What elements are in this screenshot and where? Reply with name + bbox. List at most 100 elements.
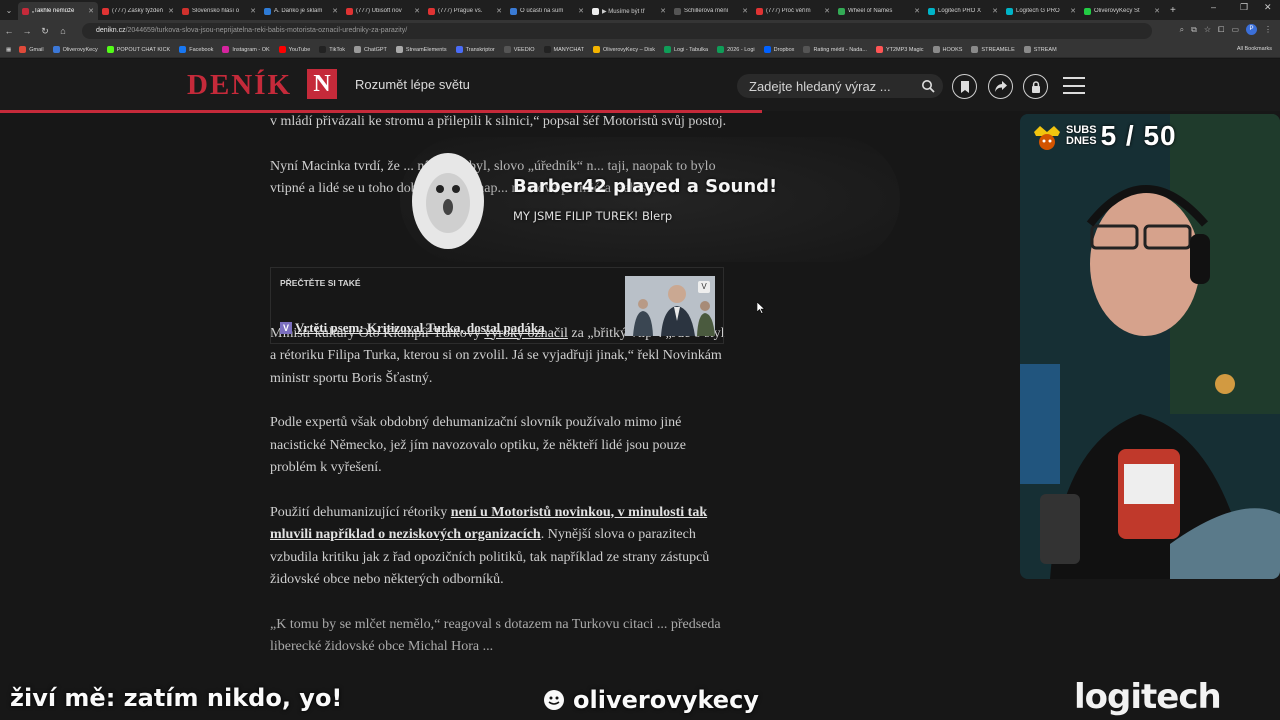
tab-favicon-icon [592, 7, 599, 15]
tab-close-icon[interactable]: ✕ [742, 7, 748, 15]
bookmark-item[interactable]: OliverovyKecy [52, 46, 98, 53]
read-also-box[interactable]: PŘEČTĚTE SI TAKÉ V Vrtěti psem: Kritizova… [270, 267, 724, 344]
bookmark-favicon-icon [932, 46, 940, 53]
tab-close-icon[interactable]: ✕ [660, 7, 666, 15]
all-bookmarks[interactable]: All Bookmarks [1237, 46, 1272, 52]
tab-close-icon[interactable]: ✕ [496, 7, 502, 15]
star-icon[interactable]: ☆ [1204, 25, 1211, 34]
bookmark-item[interactable]: ChatGPT [353, 46, 387, 53]
search-input[interactable] [749, 77, 919, 95]
apps-icon[interactable]: ▦ [6, 47, 11, 53]
tab-close-icon[interactable]: ✕ [1154, 7, 1160, 15]
browser-tab[interactable]: OliverovyKecy St ✕ [1080, 2, 1164, 20]
bookmark-button[interactable] [952, 74, 977, 99]
tab-close-icon[interactable]: ✕ [250, 7, 256, 15]
tab-close-icon[interactable]: ✕ [168, 7, 174, 15]
bookmark-item[interactable]: STREAM [1023, 46, 1057, 53]
bookmark-item[interactable]: YouTube [278, 46, 310, 53]
bookmark-item[interactable]: Transkriptor [455, 46, 495, 53]
bookmark-item[interactable]: Dropbox [763, 46, 794, 53]
share-arrow-icon [994, 81, 1007, 92]
bookmark-item[interactable]: HOOKS [932, 46, 962, 53]
browser-tab[interactable]: O účasti na sum ✕ [506, 2, 588, 20]
tab-search-icon[interactable]: ⌄ [0, 0, 18, 20]
bookmark-item[interactable]: STREAMELE [971, 46, 1015, 53]
tab-close-icon[interactable]: ✕ [1070, 7, 1076, 15]
share-icon[interactable]: ⧉ [1191, 25, 1197, 35]
tab-close-icon[interactable]: ✕ [992, 7, 998, 15]
home-icon[interactable]: ⌂ [54, 26, 72, 36]
bookmark-label: STREAM [1033, 46, 1057, 53]
tab-close-icon[interactable]: ✕ [578, 7, 584, 15]
browser-tab[interactable]: (777) Žašký týždeň ✕ [98, 2, 178, 20]
profile-avatar[interactable]: P [1246, 24, 1257, 35]
close-window-icon[interactable]: ✕ [1264, 2, 1272, 13]
browser-tab[interactable]: (777) Proč věřím ✕ [752, 2, 834, 20]
browser-tab[interactable]: ▶ Musíme být tř ✕ [588, 2, 670, 20]
bookmark-label: 2026 - Logi [727, 46, 755, 53]
article-paragraph: Použití dehumanizující rétoriky není u M… [270, 502, 730, 592]
site-logo[interactable]: DENÍK [187, 69, 292, 102]
url-field[interactable]: denikn.cz/2044659/turkova-slova-jsou-nep… [82, 23, 1152, 39]
read-also-title: Vrtěti psem: Kritizoval Turka, dostal pa… [295, 320, 545, 335]
bookmark-item[interactable]: Gmail [19, 46, 44, 53]
tab-favicon-icon [674, 7, 681, 15]
tab-close-icon[interactable]: ✕ [88, 7, 94, 15]
zoom-icon[interactable]: ⌕ [1180, 25, 1184, 35]
channel-name: oliverovykecy [573, 686, 759, 714]
tab-label: Slovensko hlásí o [192, 8, 240, 14]
bookmark-item[interactable]: TikTok [319, 46, 345, 53]
video-badge-icon: V [698, 281, 710, 293]
browser-tab[interactable]: Logitech PRO X ✕ [924, 2, 1002, 20]
tab-close-icon[interactable]: ✕ [914, 7, 920, 15]
site-search[interactable] [737, 74, 943, 98]
forward-icon[interactable]: → [18, 26, 36, 36]
tab-favicon-icon [182, 7, 189, 15]
site-logo-mark[interactable]: N [307, 69, 337, 99]
browser-tab[interactable]: „Takhle nemůže ✕ [18, 2, 98, 20]
sponsor-logo: logitech [1074, 677, 1222, 717]
browser-tab[interactable]: A. Danko je sklam ✕ [260, 2, 342, 20]
bookmark-item[interactable]: Facebook [179, 46, 213, 53]
tab-label: (777) Ubisoft nov [356, 8, 402, 14]
bookmark-favicon-icon [52, 46, 60, 53]
read-also-thumbnail[interactable]: V [625, 276, 715, 336]
back-icon[interactable]: ← [0, 26, 18, 36]
tab-favicon-icon [22, 7, 29, 15]
browser-tab[interactable]: Wheel of Names ✕ [834, 2, 924, 20]
bookmark-item[interactable]: POPOUT CHAT KICK [106, 46, 170, 53]
bookmark-item[interactable]: Rating médií - Nada... [803, 46, 867, 53]
browser-tab[interactable]: Slovensko hlásí o ✕ [178, 2, 260, 20]
bookmark-item[interactable]: VEEDIO [503, 46, 535, 53]
bookmark-label: YT2MP3 Magic [885, 46, 924, 53]
browser-tab[interactable]: Logitech G PRO ✕ [1002, 2, 1080, 20]
bookmark-item[interactable]: 2026 - Logi [717, 46, 755, 53]
bookmark-item[interactable]: StreamElements [395, 46, 447, 53]
tab-favicon-icon [838, 7, 845, 15]
share-button[interactable] [988, 74, 1013, 99]
read-also-link[interactable]: V Vrtěti psem: Kritizoval Turka, dostal p… [280, 320, 545, 336]
tab-close-icon[interactable]: ✕ [332, 7, 338, 15]
tab-close-icon[interactable]: ✕ [414, 7, 420, 15]
search-icon[interactable] [921, 79, 935, 93]
bookmark-item[interactable]: YT2MP3 Magic [875, 46, 924, 53]
maximize-icon[interactable]: ❐ [1240, 2, 1248, 13]
browser-tab[interactable]: Schillerová mění ✕ [670, 2, 752, 20]
bookmark-item[interactable]: MANYCHAT [543, 46, 584, 53]
menu-hamburger-icon[interactable] [1063, 77, 1085, 94]
extensions-icon[interactable]: ⧠ [1218, 25, 1224, 35]
reload-icon[interactable]: ↻ [36, 26, 54, 37]
article-paragraph: „K tomu by se mlčet nemělo,“ reagoval s … [270, 616, 721, 655]
browser-tab[interactable]: (777) Ubisoft nov ✕ [342, 2, 424, 20]
account-button[interactable] [1023, 74, 1048, 99]
bookmark-item[interactable]: OliverovyKecy – Disk [592, 46, 655, 53]
bookmarks-bar: ▦ Gmail OliverovyKecy POPOUT CHAT KICK Face… [0, 42, 1280, 58]
menu-icon[interactable]: ⋮ [1264, 25, 1272, 34]
bookmark-item[interactable]: Instagram - OK [222, 46, 270, 53]
new-tab-button[interactable]: + [1164, 5, 1182, 16]
sidebar-icon[interactable]: ▭ [1231, 25, 1239, 34]
bookmark-item[interactable]: Logi - Tabulka [663, 46, 708, 53]
tab-close-icon[interactable]: ✕ [824, 7, 830, 15]
minimize-icon[interactable]: – [1211, 2, 1216, 12]
browser-tab[interactable]: (777) Prague vs. ✕ [424, 2, 506, 20]
